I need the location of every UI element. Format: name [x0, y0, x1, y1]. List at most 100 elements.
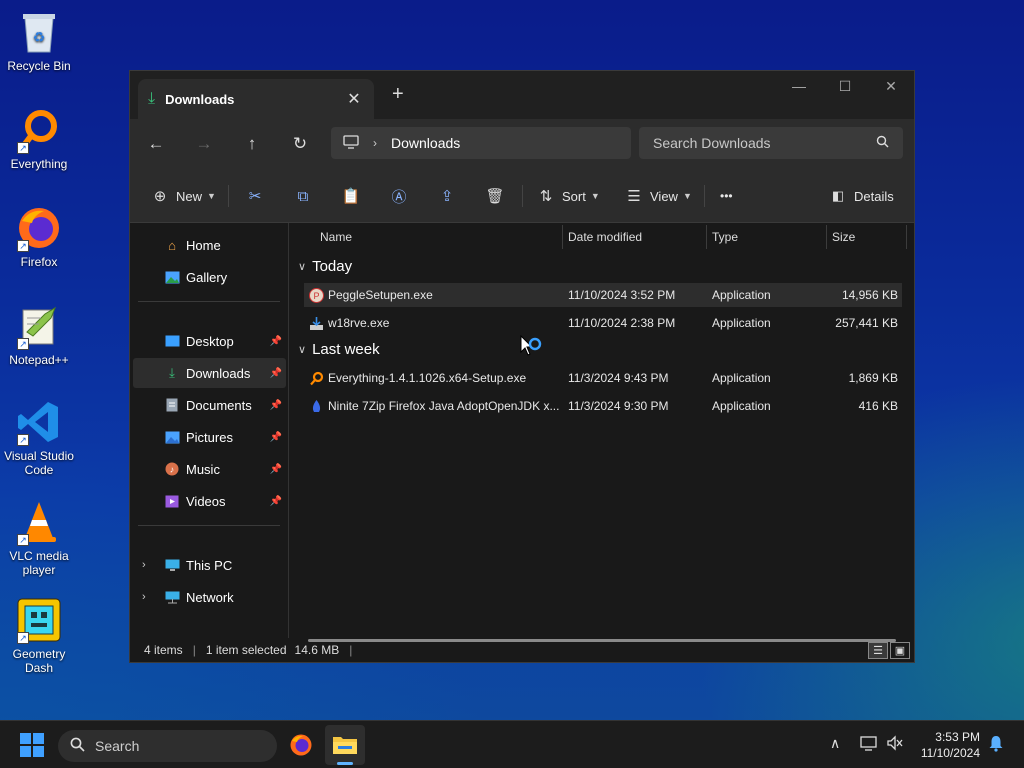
file-type: Application [712, 399, 771, 413]
up-button[interactable]: ↑ [238, 131, 266, 157]
view-icon: ☰ [627, 188, 641, 205]
chevron-right-icon[interactable]: › [142, 559, 146, 571]
file-list: Name Date modified Type Size ∨ Today P P… [290, 223, 914, 642]
sidebar-item-desktop[interactable]: Desktop 📌 [133, 326, 286, 356]
sidebar-item-videos[interactable]: Videos 📌 [133, 486, 286, 516]
table-row[interactable]: Ninite 7Zip Firefox Java AdoptOpenJDK x.… [304, 394, 902, 418]
sidebar-item-music[interactable]: ♪ Music 📌 [133, 454, 286, 484]
group-header-today[interactable]: ∨ Today [298, 258, 352, 275]
desktop-icon-everything[interactable]: ↗ Everything [0, 106, 78, 171]
table-row[interactable]: Everything-1.4.1.1026.x64-Setup.exe 11/3… [304, 366, 902, 390]
sidebar-item-label: Downloads [186, 365, 251, 381]
status-item-count: 4 items [144, 643, 183, 657]
sidebar-item-documents[interactable]: Documents 📌 [133, 390, 286, 420]
column-header-size[interactable]: Size [832, 230, 855, 244]
sidebar-item-network[interactable]: › Network [133, 582, 286, 612]
notification-bell-icon[interactable] [988, 735, 1004, 755]
tab-downloads[interactable]: ⤓ Downloads ✕ [138, 79, 374, 119]
group-header-last-week[interactable]: ∨ Last week [298, 341, 380, 358]
back-button[interactable]: ← [142, 131, 170, 157]
minimize-button[interactable]: — [776, 71, 822, 101]
sort-button[interactable]: ⇅ Sort ▼ [536, 183, 600, 209]
column-divider[interactable] [706, 225, 707, 249]
forward-button[interactable]: → [190, 131, 218, 157]
sidebar-item-gallery[interactable]: Gallery [133, 262, 286, 292]
chevron-down-icon: ▼ [682, 191, 692, 201]
copy-button[interactable]: ⧉ [293, 183, 313, 209]
refresh-button[interactable]: ↻ [286, 131, 314, 157]
column-divider[interactable] [906, 225, 907, 249]
command-bar: ⊕ New ▼ ✂ ⧉ 📋 Ⓐ ⇪ 🗑 ⇅ Sort ▼ ☰ View ▼ ••… [130, 169, 914, 223]
close-tab-icon[interactable]: ✕ [344, 89, 364, 109]
delete-button[interactable]: 🗑 [485, 183, 505, 209]
network-tray-icon[interactable] [860, 735, 878, 754]
file-size: 1,869 KB [848, 371, 898, 385]
desktop-icon-notepad-plus-plus[interactable]: ↗ Notepad++ [0, 302, 78, 367]
folder-icon [333, 737, 357, 754]
file-date: 11/10/2024 3:52 PM [568, 288, 676, 302]
cut-button[interactable]: ✂ [245, 183, 265, 209]
sidebar-item-downloads[interactable]: ⤓ Downloads 📌 [133, 358, 286, 388]
file-name: PeggleSetupen.exe [328, 288, 433, 302]
shortcut-arrow-icon: ↗ [17, 632, 29, 644]
taskbar-clock[interactable]: 3:53 PM 11/10/2024 [921, 729, 980, 761]
svg-text:P: P [313, 291, 319, 301]
column-header-type[interactable]: Type [712, 230, 738, 244]
desktop-icon-firefox[interactable]: ↗ Firefox [0, 204, 78, 269]
sidebar-item-pictures[interactable]: Pictures 📌 [133, 422, 286, 452]
status-selected: 1 item selected [205, 643, 287, 657]
search-input[interactable]: Search Downloads [639, 127, 903, 159]
desktop-icon-vlc[interactable]: ↗ VLC media player [0, 498, 78, 577]
volume-muted-icon[interactable] [886, 735, 904, 754]
sidebar-item-home[interactable]: ⌂ Home [133, 230, 286, 260]
chevron-right-icon: › [373, 136, 377, 150]
details-pane-button[interactable]: ◧ Details [828, 183, 894, 209]
table-row[interactable]: P PeggleSetupen.exe 11/10/2024 3:52 PM A… [304, 283, 902, 307]
taskbar-file-explorer[interactable] [325, 725, 365, 765]
chevron-right-icon[interactable]: › [142, 591, 146, 603]
new-label: New [176, 188, 203, 204]
pictures-icon [163, 429, 181, 445]
svg-text:♻: ♻ [33, 29, 46, 45]
navigation-bar: ← → ↑ ↻ › Downloads Search Downloads [130, 119, 914, 169]
start-button[interactable] [20, 733, 44, 757]
file-name: w18rve.exe [328, 316, 390, 330]
show-hidden-icons-button[interactable]: ∧ [830, 735, 840, 752]
clipboard-icon: 📋 [341, 188, 361, 205]
maximize-button[interactable]: ☐ [822, 71, 868, 101]
address-bar[interactable]: › Downloads [331, 127, 631, 159]
firefox-icon [290, 734, 312, 756]
taskbar-firefox[interactable] [281, 725, 321, 765]
column-header-name[interactable]: Name [320, 230, 352, 244]
details-view-button[interactable]: ☰ [868, 642, 888, 659]
column-divider[interactable] [562, 225, 563, 249]
taskbar-search-box[interactable]: Search [58, 730, 277, 762]
column-header-date[interactable]: Date modified [568, 230, 642, 244]
paste-button[interactable]: 📋 [341, 183, 361, 209]
column-divider[interactable] [826, 225, 827, 249]
tiles-view-button[interactable]: ▣ [890, 642, 910, 659]
rename-button[interactable]: Ⓐ [389, 183, 409, 209]
sort-label: Sort [562, 188, 586, 204]
breadcrumb-downloads[interactable]: Downloads [391, 135, 460, 151]
desktop-icon-recycle-bin[interactable]: ♻ Recycle Bin [0, 8, 78, 73]
shortcut-arrow-icon: ↗ [17, 434, 29, 446]
group-label: Last week [312, 341, 380, 358]
table-row[interactable]: w18rve.exe 11/10/2024 2:38 PM Applicatio… [304, 311, 902, 335]
share-icon: ⇪ [440, 188, 454, 205]
windows-logo-icon [33, 746, 44, 757]
share-button[interactable]: ⇪ [437, 183, 457, 209]
download-icon: ⤓ [169, 365, 175, 380]
sort-icon: ⇅ [539, 188, 553, 205]
sidebar-item-this-pc[interactable]: › This PC [133, 550, 286, 580]
close-window-button[interactable]: ✕ [868, 71, 914, 101]
status-size: 14.6 MB [294, 643, 340, 657]
new-button[interactable]: ⊕ New ▼ [150, 183, 216, 209]
search-placeholder: Search Downloads [653, 135, 771, 151]
view-button[interactable]: ☰ View ▼ [624, 183, 692, 209]
desktop-icon-geometry-dash[interactable]: ↗ Geometry Dash [0, 596, 78, 675]
desktop-icon-vscode[interactable]: ↗ Visual Studio Code [0, 398, 78, 477]
new-tab-button[interactable]: + [392, 83, 404, 106]
geometry-dash-icon: ↗ [15, 596, 63, 644]
more-options-button[interactable]: ••• [720, 183, 733, 209]
